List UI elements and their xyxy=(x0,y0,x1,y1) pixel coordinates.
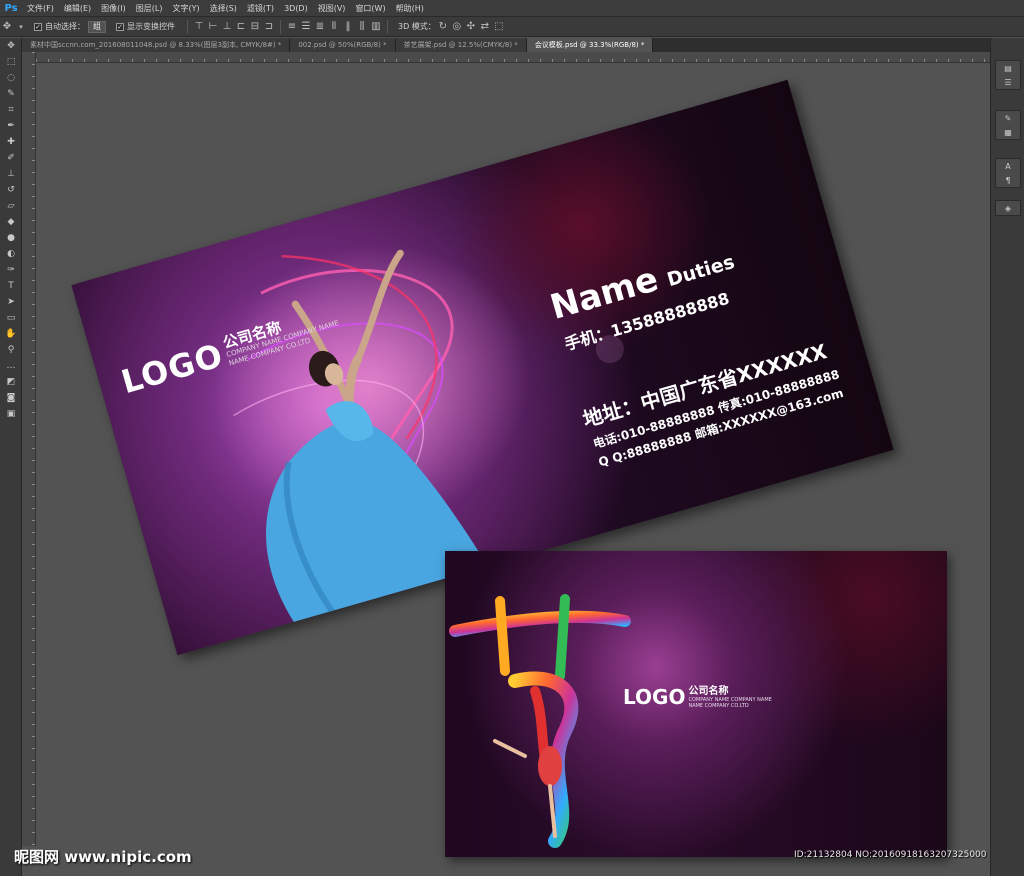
show-transform-checkbox[interactable]: ✓ xyxy=(116,22,124,31)
shape-tool-icon[interactable]: ▭ xyxy=(0,310,22,326)
panel-strip: A ¶ xyxy=(995,158,1021,188)
brush-presets-icon[interactable]: ▦ xyxy=(996,125,1020,139)
menu-image[interactable]: 图像(I) xyxy=(96,3,131,14)
auto-align-icon[interactable]: ▥ xyxy=(369,20,383,34)
history-panel-icon[interactable]: ▤ xyxy=(996,61,1020,75)
options-bar: ✥ ▾ ✓ 自动选择： 组 ✓ 显示变换控件 ⊤ ⊢ ⊥ ⊏ ⊟ ⊐ ≡ ☰ ≣… xyxy=(0,17,1024,37)
dodge-tool-icon[interactable]: ◐ xyxy=(0,246,22,262)
move-tool-icon[interactable]: ✥ xyxy=(0,20,14,34)
eyedropper-tool-icon[interactable]: ✒ xyxy=(0,118,22,134)
auto-select-dropdown[interactable]: 组 xyxy=(88,20,106,33)
eraser-tool-icon[interactable]: ▱ xyxy=(0,198,22,214)
healing-brush-tool-icon[interactable]: ✚ xyxy=(0,134,22,150)
brush-tool-icon[interactable]: ✐ xyxy=(0,150,22,166)
roll-3d-icon[interactable]: ◎ xyxy=(450,20,464,34)
brush-panel-icon[interactable]: ✎ xyxy=(996,111,1020,125)
distribute-right-icon[interactable]: ⫼ xyxy=(355,20,369,34)
menu-filter[interactable]: 滤镜(T) xyxy=(242,3,279,14)
tab-document-1[interactable]: 素材中国sccnn.com_20160801104​8.psd @ 8.33%(… xyxy=(22,38,291,52)
path-select-tool-icon[interactable]: ➤ xyxy=(0,294,22,310)
menu-window[interactable]: 窗口(W) xyxy=(350,3,390,14)
divider xyxy=(187,19,188,34)
image-id-watermark: ID:21132804 NO:20160918163207325000 xyxy=(794,850,987,860)
site-watermark: 昵图网 www.nipic.com xyxy=(14,848,192,866)
menu-file[interactable]: 文件(F) xyxy=(22,3,59,14)
scale-3d-icon[interactable]: ⬚ xyxy=(492,20,506,34)
divider xyxy=(280,19,281,34)
menu-view[interactable]: 视图(V) xyxy=(313,3,351,14)
align-bottom-icon[interactable]: ⊥ xyxy=(220,20,234,34)
screen-mode-icon[interactable]: ▣ xyxy=(0,406,22,422)
3d-panel-icon[interactable]: ◈ xyxy=(996,201,1020,215)
drag-3d-icon[interactable]: ✣ xyxy=(464,20,478,34)
properties-panel-icon[interactable]: ☰ xyxy=(996,75,1020,89)
align-center-icon[interactable]: ⊟ xyxy=(248,20,262,34)
tools-panel: ✥ ⬚ ◌ ✎ ⌗ ✒ ✚ ✐ ⊥ ↺ ▱ ◆ ● ◐ ✑ T ➤ ▭ ✋ ⚲ … xyxy=(0,38,22,876)
tab-document-4[interactable]: 会议模板.psd @ 33.3%(RGB/8) * xyxy=(526,38,654,52)
menu-help[interactable]: 帮助(H) xyxy=(391,3,429,14)
company-name: 公司名称 xyxy=(688,686,729,697)
art-calligraphy-graphic xyxy=(449,594,631,848)
horizontal-ruler[interactable] xyxy=(36,52,990,63)
menu-3d[interactable]: 3D(D) xyxy=(279,4,313,13)
clone-stamp-tool-icon[interactable]: ⊥ xyxy=(0,166,22,182)
blur-tool-icon[interactable]: ● xyxy=(0,230,22,246)
menu-edit[interactable]: 编辑(E) xyxy=(59,3,96,14)
align-middle-icon[interactable]: ⊢ xyxy=(206,20,220,34)
menu-layer[interactable]: 图层(L) xyxy=(131,3,168,14)
history-brush-tool-icon[interactable]: ↺ xyxy=(0,182,22,198)
slide-3d-icon[interactable]: ⇄ xyxy=(478,20,492,34)
paragraph-panel-icon[interactable]: ¶ xyxy=(996,173,1020,187)
marquee-tool-icon[interactable]: ⬚ xyxy=(0,54,22,70)
chevron-down-icon[interactable]: ▾ xyxy=(14,20,28,34)
logo-text: LOGO xyxy=(623,685,686,709)
document-tabs: 素材中国sccnn.com_20160801104​8.psd @ 8.33%(… xyxy=(22,38,990,52)
menu-bar: Ps 文件(F) 编辑(E) 图像(I) 图层(L) 文字(Y) 选择(S) 滤… xyxy=(0,0,1024,17)
lasso-tool-icon[interactable]: ◌ xyxy=(0,70,22,86)
align-right-icon[interactable]: ⊐ xyxy=(262,20,276,34)
company-logo: LOGO 公司名称 COMPANY NAME COMPANY NAME NAME… xyxy=(623,686,772,709)
person-duties: Duties xyxy=(664,250,738,292)
divider xyxy=(387,19,388,34)
type-tool-icon[interactable]: T xyxy=(0,278,22,294)
move-tool-icon[interactable]: ✥ xyxy=(0,38,22,54)
more-tools-icon[interactable]: … xyxy=(0,358,22,374)
business-card-back[interactable]: LOGO 公司名称 COMPANY NAME COMPANY NAME NAME… xyxy=(445,551,947,857)
paint-bucket-tool-icon[interactable]: ◆ xyxy=(0,214,22,230)
hand-tool-icon[interactable]: ✋ xyxy=(0,326,22,342)
character-panel-icon[interactable]: A xyxy=(996,159,1020,173)
auto-select-checkbox[interactable]: ✓ xyxy=(34,22,42,31)
quick-select-tool-icon[interactable]: ✎ xyxy=(0,86,22,102)
panel-strip: ✎ ▦ xyxy=(995,110,1021,140)
company-subtitle-2: NAME COMPANY CO.LTD xyxy=(688,703,749,709)
pen-tool-icon[interactable]: ✑ xyxy=(0,262,22,278)
distribute-top-icon[interactable]: ≡ xyxy=(285,20,299,34)
menu-type[interactable]: 文字(Y) xyxy=(167,3,204,14)
right-panel-dock: ▤ ☰ ✎ ▦ A ¶ ◈ xyxy=(990,38,1024,876)
auto-select-label: 自动选择： xyxy=(45,22,85,31)
menu-select[interactable]: 选择(S) xyxy=(205,3,242,14)
tab-document-2[interactable]: 002.psd @ 50%(RGB/8) * xyxy=(290,38,396,52)
color-swatches-icon[interactable]: ◩ xyxy=(0,374,22,390)
show-transform-label: 显示变换控件 xyxy=(127,22,175,31)
vertical-ruler[interactable] xyxy=(22,52,36,846)
quick-mask-icon[interactable]: ◙ xyxy=(0,390,22,406)
tab-document-3[interactable]: 茶艺展架.psd @ 12.5%(CMYK/8) * xyxy=(395,38,527,52)
panel-strip: ◈ xyxy=(995,200,1021,216)
photoshop-logo-icon[interactable]: Ps xyxy=(0,0,22,17)
distribute-left-icon[interactable]: ⦀ xyxy=(327,20,341,34)
distribute-bottom-icon[interactable]: ≣ xyxy=(313,20,327,34)
distribute-center-icon[interactable]: ‖ xyxy=(341,20,355,34)
distribute-middle-icon[interactable]: ☰ xyxy=(299,20,313,34)
align-top-icon[interactable]: ⊤ xyxy=(192,20,206,34)
mode-3d-label: 3D 模式： xyxy=(398,22,436,31)
rotate-3d-icon[interactable]: ↻ xyxy=(436,20,450,34)
panel-strip: ▤ ☰ xyxy=(995,60,1021,90)
crop-tool-icon[interactable]: ⌗ xyxy=(0,102,22,118)
align-left-icon[interactable]: ⊏ xyxy=(234,20,248,34)
zoom-tool-icon[interactable]: ⚲ xyxy=(0,342,22,358)
